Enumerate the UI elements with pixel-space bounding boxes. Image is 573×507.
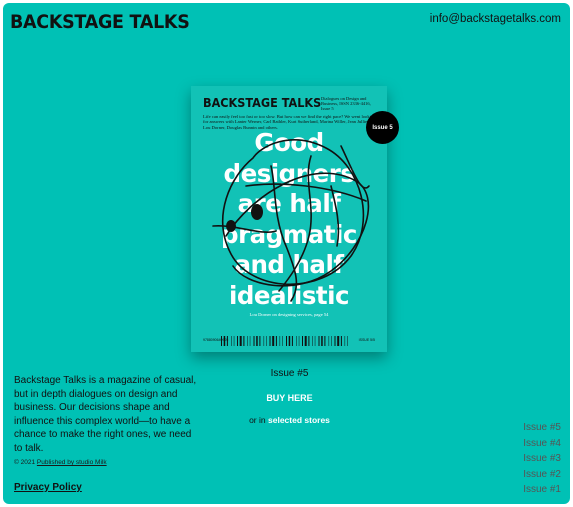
about-text: Backstage Talks is a magazine of casual,… — [14, 375, 197, 454]
barcode-bar — [344, 336, 346, 346]
copyright: © 2021 Published by studio Milk — [14, 459, 107, 466]
barcode-bar — [237, 336, 238, 346]
barcode-bar — [221, 336, 222, 346]
barcode-bar — [302, 336, 303, 346]
barcode-bar — [269, 336, 271, 346]
barcode-bar — [231, 336, 232, 346]
barcode-bar — [340, 336, 342, 346]
barcode-bar — [337, 336, 340, 346]
issue-nav-item-1[interactable]: Issue #1 — [523, 482, 561, 498]
magazine-cover[interactable]: BACKSTAGE TALKS Dialogues on Design and … — [191, 86, 387, 352]
barcode-bar — [347, 336, 348, 346]
barcode-bar — [334, 336, 336, 346]
issue-badge: Issue 5 — [366, 111, 399, 144]
barcode-bar — [282, 336, 283, 346]
barcode-bar — [312, 336, 313, 346]
barcode-bar — [249, 336, 251, 346]
barcode-bar — [308, 336, 310, 346]
site-logo[interactable]: BACKSTAGE TALKS — [10, 11, 190, 33]
barcode-bar — [223, 336, 226, 346]
issue-nav-item-4[interactable]: Issue #4 — [523, 436, 561, 452]
barcode-bar — [226, 336, 228, 346]
barcode-bar — [286, 336, 287, 346]
cover-caption: Lou Dorner on designing services, page 5… — [249, 312, 329, 317]
contact-email-link[interactable]: info@backstagetalks.com — [430, 13, 561, 25]
barcode-bar — [263, 336, 265, 346]
barcode-bar — [288, 336, 291, 346]
barcode-bar — [272, 336, 275, 346]
or-in-text: or in — [249, 415, 266, 425]
issue-nav: Issue #5 Issue #4 Issue #3 Issue #2 Issu… — [523, 420, 561, 498]
studio-milk-link[interactable]: Published by studio Milk — [37, 459, 107, 466]
page-frame: BACKSTAGE TALKS info@backstagetalks.com … — [3, 3, 570, 504]
barcode-bar — [266, 336, 267, 346]
barcode-bar — [247, 336, 248, 346]
issue-nav-item-5[interactable]: Issue #5 — [523, 420, 561, 436]
barcode-bar — [314, 336, 316, 346]
issue-nav-item-3[interactable]: Issue #3 — [523, 451, 561, 467]
barcode-bar — [321, 336, 323, 346]
barcode-bar — [279, 336, 281, 346]
barcode-bar — [324, 336, 326, 346]
barcode-bar — [239, 336, 242, 346]
barcode-bar — [331, 336, 332, 346]
barcode-bar — [304, 336, 307, 346]
barcode-bar — [298, 336, 300, 346]
barcode-bar — [256, 336, 258, 346]
barcode-bar — [296, 336, 297, 346]
barcode-bar — [291, 336, 293, 346]
barcode-bar — [243, 336, 245, 346]
privacy-policy-link[interactable]: Privacy Policy — [14, 482, 82, 493]
barcode — [221, 336, 348, 346]
issue-nav-item-2[interactable]: Issue #2 — [523, 467, 561, 483]
barcode-bar — [233, 336, 235, 346]
copyright-year: © 2021 — [14, 459, 36, 466]
barcode-bar — [318, 336, 320, 346]
barcode-bar — [328, 336, 330, 346]
selected-stores-link[interactable]: selected stores — [268, 415, 330, 425]
barcode-bar — [275, 336, 277, 346]
issue-code: ISSUE 5/5 — [358, 338, 375, 342]
barcode-bar — [253, 336, 255, 346]
barcode-bar — [259, 336, 261, 346]
